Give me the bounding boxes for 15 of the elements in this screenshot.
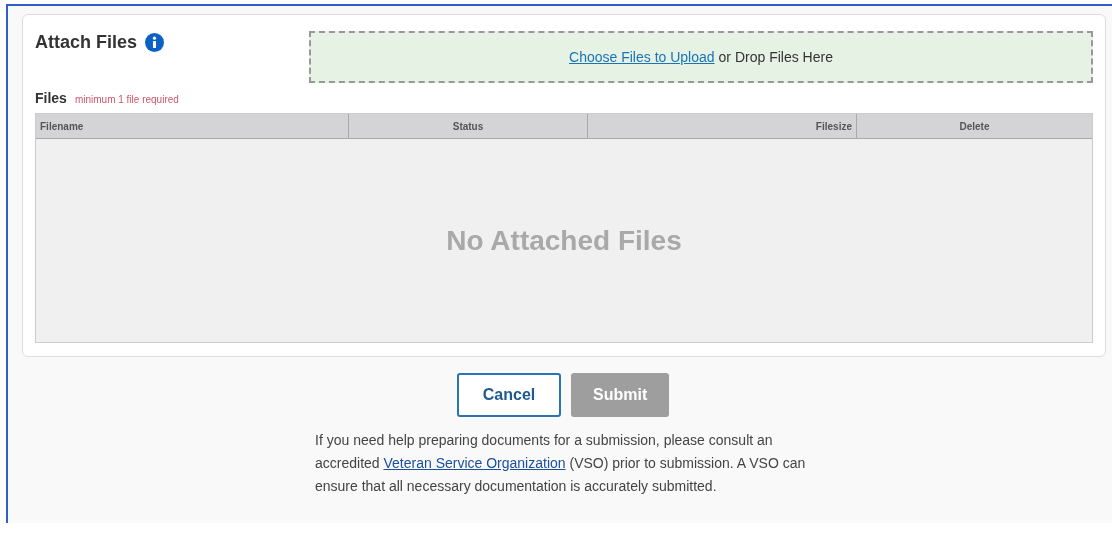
drop-files-text: or Drop Files Here	[718, 49, 833, 65]
column-header: Filename	[36, 114, 349, 138]
section-title: Attach Files	[35, 31, 138, 53]
file-drop-zone[interactable]: Choose Files to Upload or Drop Files Here	[309, 31, 1093, 83]
files-label: Files	[35, 90, 67, 106]
required-hint: minimum 1 file required	[74, 94, 179, 105]
vso-link[interactable]: Veteran Service Organization	[383, 455, 566, 471]
column-header: Status	[349, 114, 588, 138]
column-header: Delete	[958, 119, 991, 134]
column-header: Filesize	[588, 114, 857, 138]
empty-message: No Attached Files	[446, 224, 682, 257]
help-text: If you need help preparing documents for a submission, please consult an accredited Veteran Service Organization (VSO) prior to submission. A VSO can ensure that all necessary documentation is accurately submitted.	[315, 431, 807, 496]
choose-files-link[interactable]: Choose Files to Upload	[569, 49, 715, 65]
info-icon[interactable]	[145, 32, 165, 52]
cancel-button[interactable]: Cancel	[457, 373, 561, 417]
